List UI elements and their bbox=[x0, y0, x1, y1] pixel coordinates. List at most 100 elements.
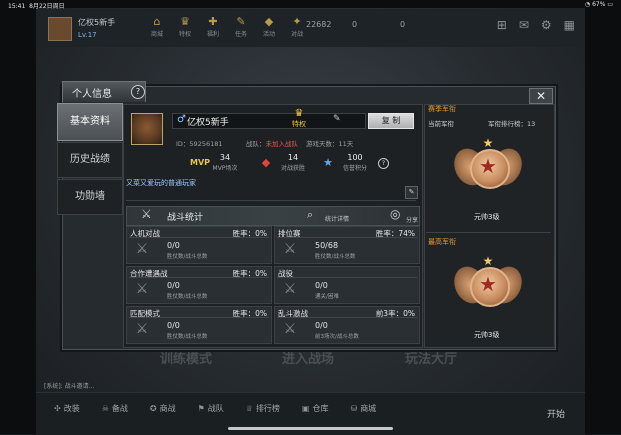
task-icon: ✎ bbox=[236, 15, 246, 28]
mode-card-ranked[interactable]: 排位赛 胜率：74% ⚔ 50/68 胜仗数/战斗总数 bbox=[274, 226, 420, 264]
current-rank-name: 元帅3级 bbox=[474, 213, 500, 221]
top-icon-task[interactable]: ✎ 任务 bbox=[230, 15, 252, 39]
share-label[interactable]: 分享 bbox=[406, 215, 418, 224]
bottom-item-mall[interactable]: ⛁ 商城 bbox=[350, 403, 376, 414]
nav-basic-info[interactable]: 基本资料 bbox=[57, 103, 123, 141]
bg-label-training: 训练模式 bbox=[160, 352, 213, 367]
stats-detail-label[interactable]: 统计详情 bbox=[325, 214, 349, 223]
chat-preview[interactable]: [系统]: 战斗邀请... bbox=[44, 381, 94, 390]
player-stats: MVP 34 MVP场次 ◆ 14 对战获胜 ★ 100 信誉积分 bbox=[190, 153, 400, 173]
signature-text: 又菜又爱玩的普通玩家 bbox=[126, 179, 196, 187]
rank-position: 军衔排行榜：13 bbox=[488, 120, 536, 128]
star-icon: ★ bbox=[479, 154, 497, 178]
crossed-swords-icon: ⚔ bbox=[135, 241, 149, 257]
mvp-icon: MVP bbox=[190, 158, 211, 167]
start-button[interactable]: 开始 bbox=[547, 407, 565, 420]
current-rank-label: 当前军衔 bbox=[428, 120, 454, 128]
edit-nickname-icon[interactable]: ✎ bbox=[333, 114, 341, 124]
stat-wins: ◆ 14 对战获胜 bbox=[258, 153, 310, 173]
crossed-swords-icon: ⚔ bbox=[283, 241, 297, 257]
heart-icon: ◆ bbox=[261, 156, 271, 169]
shop-icon: ⌂ bbox=[153, 15, 161, 28]
share-icon[interactable]: ◎ bbox=[390, 207, 400, 221]
stats-detail-icon[interactable]: ⌕ bbox=[307, 208, 313, 222]
ticket-count: 0 bbox=[400, 20, 406, 29]
crossed-guns-icon: ⚔ bbox=[141, 207, 152, 221]
top-icon-event[interactable]: ◆ 活动 bbox=[258, 15, 280, 39]
divider bbox=[126, 200, 416, 201]
mall-icon: ⛁ bbox=[350, 404, 358, 413]
rank-divider bbox=[426, 232, 551, 233]
bg-label-lobby: 玩法大厅 bbox=[405, 352, 458, 367]
battle-icon: ✦ bbox=[292, 15, 302, 28]
wifi-icon: ◔ bbox=[584, 1, 591, 8]
top-icon-battle[interactable]: ✦ 对战 bbox=[286, 15, 308, 39]
crossed-swords-icon: ⚔ bbox=[283, 321, 297, 337]
player-name: 亿权5新手 bbox=[78, 18, 116, 27]
mode-card-match[interactable]: 匹配模式 胜率：0% ⚔ 0/0 胜仗数/战斗总数 bbox=[126, 306, 272, 344]
marshal-rank-badge-highest: ★ ★ bbox=[448, 254, 528, 318]
gift-icon: ✚ bbox=[208, 15, 218, 28]
game-top-bar: 亿权5新手 Lv.17 ⌂ 商城 ♛ 特权 ✚ 福利 ✎ 任务 ◆ 活动 ✦ 对战 2268… bbox=[36, 9, 585, 47]
play-days: 游戏天数：11天 bbox=[306, 140, 354, 148]
top-right-icons: ⊞ ✉ ⚙ ▦ bbox=[497, 18, 575, 32]
close-button[interactable]: ✕ bbox=[529, 88, 553, 104]
battery-icon: ▭ bbox=[607, 1, 613, 8]
bottom-nav: ✣ 改装 ☠ 备战 ✪ 商战 ⚑ 战队 ♕ 排行榜 ▣ 仓库 ⛁ 商城 bbox=[54, 403, 376, 414]
top-icon-shop[interactable]: ⌂ 商城 bbox=[146, 15, 168, 39]
bg-label-battlefield: 进入战场 bbox=[282, 352, 335, 367]
home-indicator[interactable] bbox=[228, 427, 393, 430]
crown-icon: ♛ bbox=[180, 15, 190, 28]
bottom-item-ranking[interactable]: ♕ 排行榜 bbox=[246, 403, 280, 414]
settings-icon[interactable]: ⚙ bbox=[541, 18, 552, 32]
ranking-icon: ♕ bbox=[245, 404, 253, 413]
top-feature-icons: ⌂ 商城 ♛ 特权 ✚ 福利 ✎ 任务 ◆ 活动 ✦ 对战 bbox=[146, 15, 308, 39]
bottom-item-team[interactable]: ⚑ 战队 bbox=[198, 403, 224, 414]
bottom-item-trade[interactable]: ✪ 商战 bbox=[150, 403, 176, 414]
battle-stats-title: 战斗统计 bbox=[167, 213, 204, 223]
modal-title: 个人信息 bbox=[72, 89, 112, 100]
modal-title-tab: 个人信息 ? bbox=[62, 81, 146, 102]
marshal-rank-badge: ★ ★ bbox=[448, 136, 528, 200]
nickname: 亿权5新手 bbox=[187, 118, 229, 128]
status-bar: 15:41 8月22日周日 ◔ 67% ▭ bbox=[0, 0, 621, 10]
top-icon-welfare[interactable]: ✚ 福利 bbox=[202, 15, 224, 39]
crossed-swords-icon: ⚔ bbox=[135, 281, 149, 297]
privilege-badge[interactable]: ♛ 特权 bbox=[292, 109, 306, 129]
stat-reputation: ★ 100 信誉积分 bbox=[320, 153, 372, 173]
bottom-item-prepare[interactable]: ☠ 备战 bbox=[102, 403, 128, 414]
crossed-swords-icon: ⚔ bbox=[135, 321, 149, 337]
mail-icon[interactable]: ✉ bbox=[519, 18, 529, 32]
add-friend-icon[interactable]: ⊞ bbox=[497, 18, 507, 32]
copy-button[interactable]: 复 制 bbox=[368, 113, 414, 129]
player-avatar[interactable] bbox=[48, 17, 72, 41]
wrench-icon: ✣ bbox=[54, 404, 61, 413]
skull-icon: ☠ bbox=[101, 404, 109, 413]
edit-signature-icon[interactable]: ✎ bbox=[405, 186, 418, 199]
mode-card-coop[interactable]: 合作遭遇战 胜率：0% ⚔ 0/0 胜仗数/战斗总数 bbox=[126, 266, 272, 304]
bottom-item-modify[interactable]: ✣ 改装 bbox=[54, 403, 80, 414]
player-level: Lv.17 bbox=[78, 31, 97, 39]
mode-card-pve[interactable]: 人机对战 胜率：0% ⚔ 0/0 胜仗数/战斗总数 bbox=[126, 226, 272, 264]
mode-card-campaign[interactable]: 战役 ⚔ 0/0 通关/困难 bbox=[274, 266, 420, 304]
gold-count: 22682 bbox=[306, 20, 332, 29]
event-icon: ◆ bbox=[264, 15, 274, 28]
diamond-count: 0 bbox=[352, 20, 358, 29]
battery-text: 67% bbox=[592, 1, 606, 8]
top-icon-privilege[interactable]: ♛ 特权 bbox=[174, 15, 196, 39]
mode-card-brawl[interactable]: 乱斗激战 前3率：0% ⚔ 0/0 前3场次/战斗总数 bbox=[274, 306, 420, 344]
stats-help-icon[interactable]: ? bbox=[378, 158, 389, 169]
nav-medal-wall[interactable]: 功勋墙 bbox=[57, 179, 123, 215]
menu-icon[interactable]: ▦ bbox=[564, 18, 575, 32]
star-icon: ★ bbox=[479, 272, 497, 296]
modal-side-nav: 基本资料 历史战绩 功勋墙 bbox=[57, 103, 123, 216]
highest-rank-name: 元帅3级 bbox=[474, 331, 500, 339]
crown-icon: ♛ bbox=[294, 108, 304, 119]
team-icon: ⚑ bbox=[197, 404, 205, 413]
bottom-item-storage[interactable]: ▣ 仓库 bbox=[302, 403, 329, 414]
nav-history[interactable]: 历史战绩 bbox=[57, 142, 123, 178]
highest-rank-label: 最高军衔 bbox=[428, 238, 456, 246]
help-button[interactable]: ? bbox=[131, 85, 145, 99]
bear-portrait-avatar[interactable] bbox=[131, 113, 163, 145]
crossed-swords-icon: ⚔ bbox=[283, 281, 297, 297]
